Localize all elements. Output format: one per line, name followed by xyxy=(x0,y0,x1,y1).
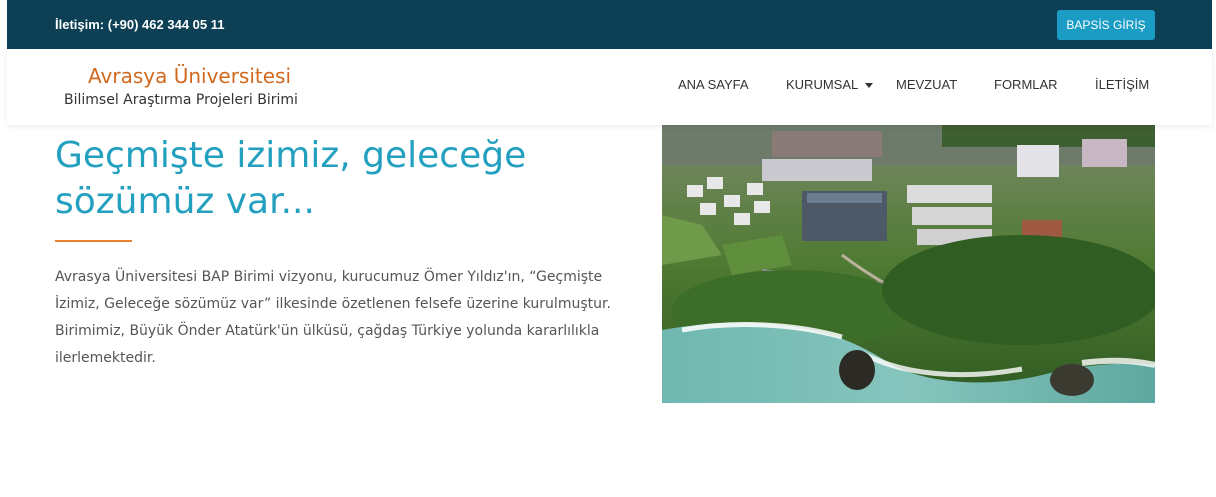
nav-item-label: İLETİŞİM xyxy=(1095,77,1150,92)
bapsis-login-button[interactable]: BAPSİS GİRİŞ xyxy=(1057,10,1155,40)
hero-heading: Geçmişte izimiz, geleceğe sözümüz var... xyxy=(55,133,575,225)
campus-aerial-photo xyxy=(662,125,1155,403)
page: İletişim: (+90) 462 344 05 11 BAPSİS GİR… xyxy=(7,0,1212,497)
hero-paragraph: Avrasya Üniversitesi BAP Birimi vizyonu,… xyxy=(55,269,611,366)
nav-item-kurumsal[interactable]: KURUMSAL xyxy=(786,77,874,92)
nav-item-label: KURUMSAL xyxy=(786,77,859,92)
hero-heading-line1: Geçmişte izimiz, geleceğe xyxy=(55,135,527,176)
nav-item-label: ANA SAYFA xyxy=(678,77,749,92)
nav-item-formlar[interactable]: FORMLAR xyxy=(994,77,1058,92)
nav-item-label: FORMLAR xyxy=(994,77,1058,92)
nav-item-mevzuat[interactable]: MEVZUAT xyxy=(896,77,957,92)
nav-item-label: MEVZUAT xyxy=(896,77,958,92)
nav-item-iletisim[interactable]: İLETİŞİM xyxy=(1095,77,1149,92)
contact-phone: İletişim: (+90) 462 344 05 11 xyxy=(55,17,225,32)
site-header: Avrasya Üniversitesi Bilimsel Araştırma … xyxy=(7,49,1212,125)
nav-item-ana-sayfa[interactable]: ANA SAYFA xyxy=(678,77,749,92)
hero-heading-line2: sözümüz var... xyxy=(55,181,315,222)
caret-down-icon xyxy=(865,83,874,89)
top-bar: İletişim: (+90) 462 344 05 11 BAPSİS GİR… xyxy=(7,0,1212,49)
accent-divider xyxy=(55,240,132,242)
main-nav: ANA SAYFA KURUMSAL MEVZUAT FORMLAR İLETİ… xyxy=(7,77,1212,97)
